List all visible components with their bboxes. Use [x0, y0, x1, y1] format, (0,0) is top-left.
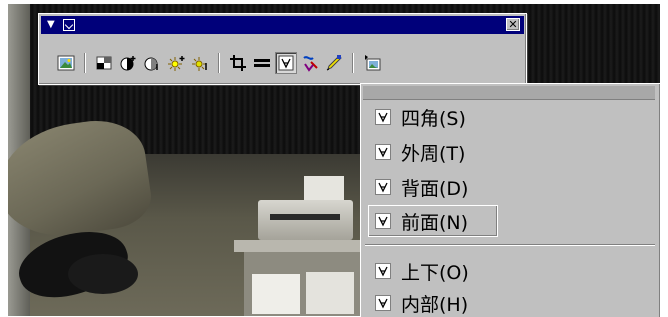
- photo-paper: [304, 176, 344, 202]
- wrap-through-icon: [375, 295, 391, 311]
- text-wrapping-menu: 四角(S) 外周(T) 背面(D) 前面(N) 上下(O) 内部(H): [360, 83, 660, 317]
- set-transparent-color-icon[interactable]: [323, 52, 345, 74]
- toolbar-separator: [352, 53, 354, 73]
- wrap-behind-icon: [375, 179, 391, 195]
- menu-item-in-front-of-text[interactable]: 前面(N): [368, 205, 498, 237]
- menu-item-behind-text[interactable]: 背面(D): [369, 172, 654, 202]
- menu-item-label: 背面(D): [401, 177, 469, 200]
- toolbar-separator: [84, 53, 86, 73]
- toolbar-separator: [218, 53, 220, 73]
- close-button[interactable]: ✕: [506, 18, 520, 31]
- photo-dark-object-2: [68, 254, 138, 294]
- photo-box: [252, 274, 300, 314]
- reset-picture-icon[interactable]: [361, 52, 383, 74]
- crop-icon[interactable]: [227, 52, 249, 74]
- less-brightness-icon[interactable]: [189, 52, 211, 74]
- insert-picture-icon[interactable]: [55, 52, 77, 74]
- toolbar-menu-arrow[interactable]: ▼: [47, 19, 55, 31]
- menu-separator: [365, 244, 655, 246]
- wrap-tight-icon: [375, 144, 391, 160]
- more-contrast-icon[interactable]: [117, 52, 139, 74]
- toolbar-buttons: [55, 52, 525, 76]
- menu-item-label: 前面(N): [401, 211, 469, 234]
- menu-header-bar: [363, 86, 655, 100]
- photo-table: [234, 240, 374, 252]
- toolbar-titlebar[interactable]: ▼ ✕: [41, 16, 524, 34]
- format-picture-icon[interactable]: [299, 52, 321, 74]
- photo-printer-slot: [270, 214, 340, 220]
- menu-item-through[interactable]: 内部(H): [369, 288, 654, 317]
- line-style-icon[interactable]: [251, 52, 273, 74]
- image-control-icon[interactable]: [93, 52, 115, 74]
- wrap-square-icon: [375, 109, 391, 125]
- less-contrast-icon[interactable]: [141, 52, 163, 74]
- picture-toolbar: ▼ ✕: [38, 13, 527, 85]
- menu-item-tight[interactable]: 外周(T): [369, 137, 654, 167]
- wrap-front-icon: [375, 213, 391, 229]
- menu-item-label: 外周(T): [401, 142, 466, 165]
- menu-item-square[interactable]: 四角(S): [369, 102, 654, 132]
- toolbar-system-icon: [63, 19, 75, 31]
- text-wrapping-icon[interactable]: [275, 52, 297, 74]
- menu-item-label: 上下(O): [401, 261, 469, 284]
- more-brightness-icon[interactable]: [165, 52, 187, 74]
- wrap-top-bottom-icon: [375, 263, 391, 279]
- photo-printer: [258, 200, 353, 240]
- menu-item-label: 四角(S): [401, 107, 466, 130]
- photo-box: [306, 272, 354, 314]
- menu-item-top-and-bottom[interactable]: 上下(O): [369, 256, 654, 286]
- menu-item-label: 内部(H): [401, 293, 469, 316]
